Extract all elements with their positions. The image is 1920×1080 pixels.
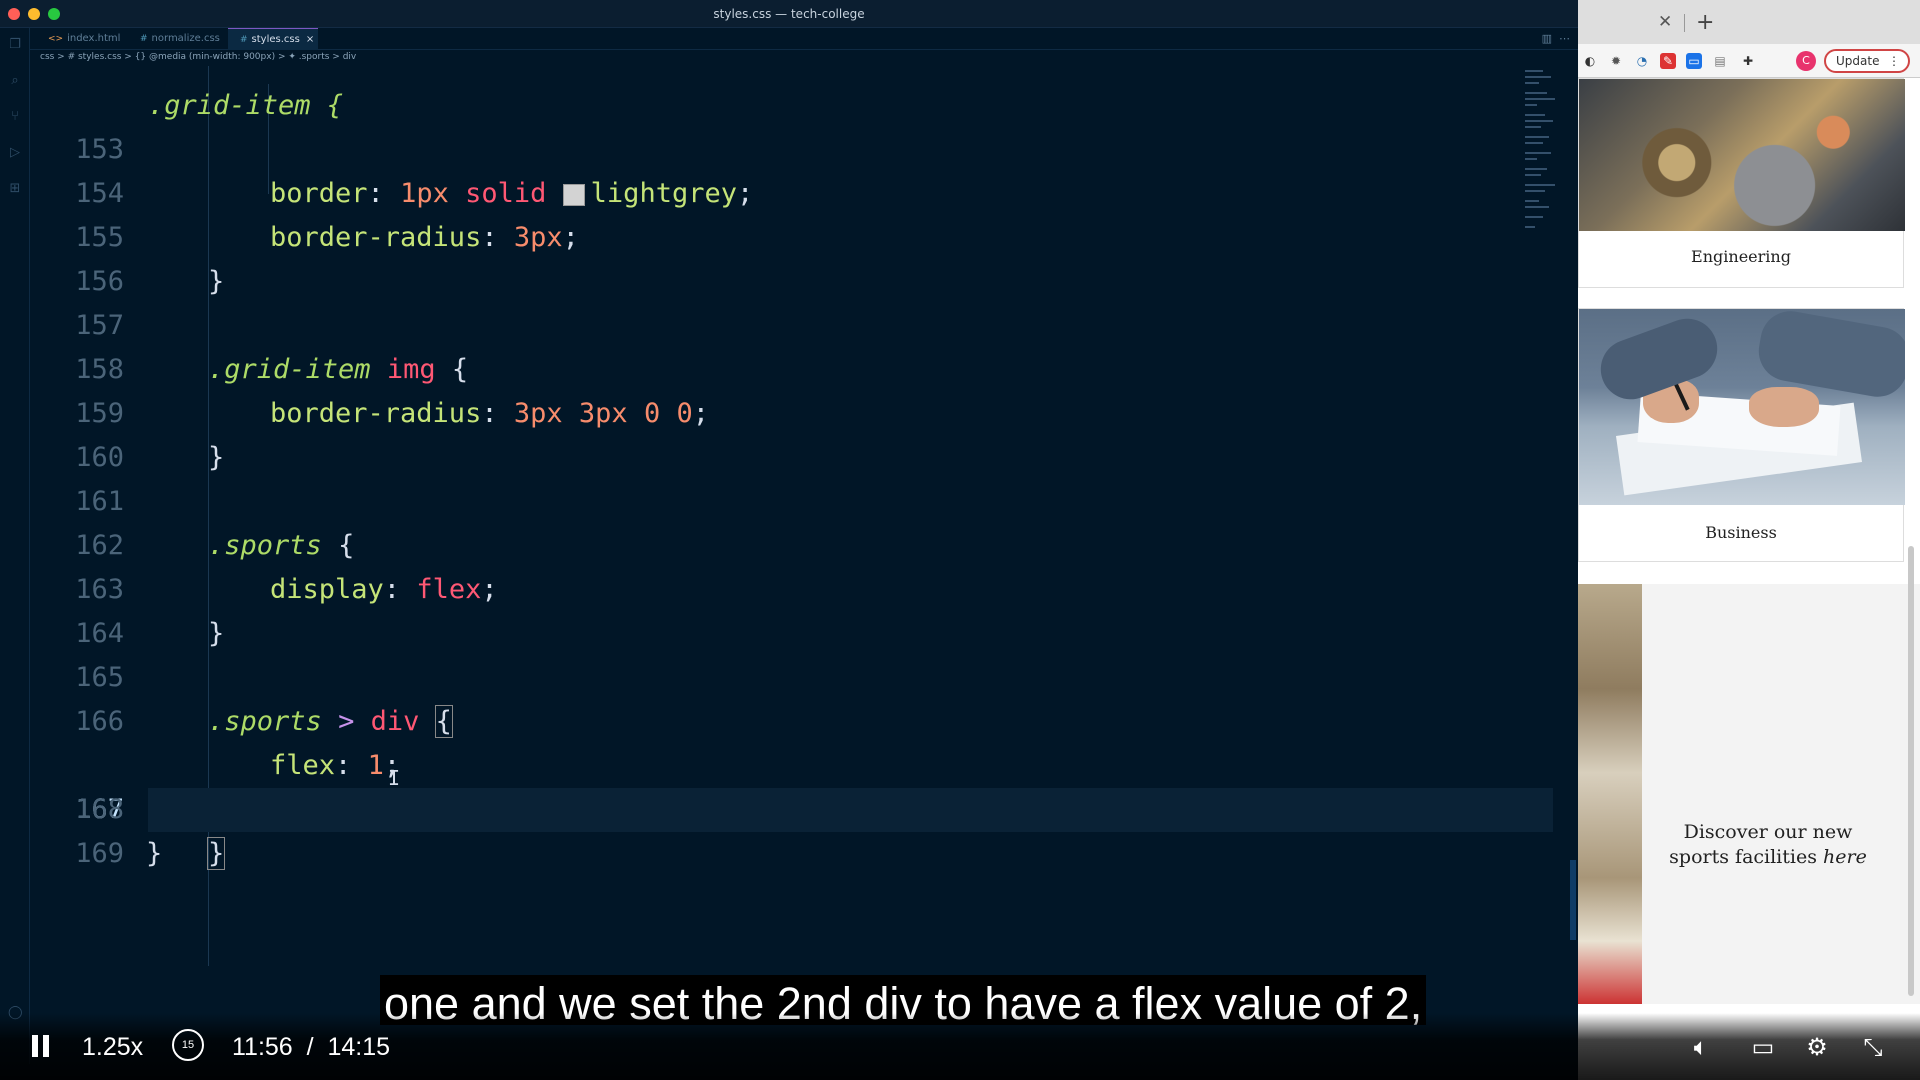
- code-line: 157 .grid-item img {: [75, 310, 469, 385]
- code-line: 153 border: 1px solid lightgrey;: [75, 134, 754, 209]
- code-line: 158 border-radius: 3px 3px 0 0;: [75, 354, 710, 429]
- browser-scrollbar[interactable]: [1908, 546, 1914, 996]
- gear-extension-icon[interactable]: ✹: [1608, 53, 1624, 69]
- volume-icon[interactable]: 🔈︎: [1686, 1033, 1716, 1061]
- code-line: 169: [75, 838, 124, 869]
- exit-fullscreen-icon[interactable]: ⤡: [1858, 1033, 1888, 1061]
- browser-window: ✕ + ◐ ✹ ◔ ✎ ▭ ▤ ✚ C Update⋮ Engineering: [1578, 0, 1920, 1080]
- code-line: 159 }: [75, 398, 225, 473]
- code-line-current: 167 }: [30, 700, 1553, 870]
- source-control-icon[interactable]: ⑂: [8, 110, 22, 124]
- extension-icon[interactable]: ✎: [1660, 53, 1676, 69]
- code-line: 162 display: flex;: [75, 530, 498, 605]
- window-title: styles.css — tech-college: [713, 7, 865, 21]
- close-tab-icon[interactable]: ✕: [1658, 12, 1672, 32]
- code-editor-window: styles.css — tech-college ❐ ⌕ ⑂ ▷ ⊞ ◯ <>…: [0, 0, 1578, 1080]
- course-card-business[interactable]: Business: [1578, 308, 1905, 562]
- card-label: Engineering: [1691, 247, 1791, 266]
- minimap[interactable]: [1525, 66, 1565, 236]
- code-line: 164: [75, 618, 124, 649]
- code-line: 166 flex: 1;: [75, 706, 401, 781]
- settings-gear-icon[interactable]: ⚙︎: [1802, 1033, 1832, 1061]
- code-line: 155 }: [75, 222, 225, 297]
- extensions-icon[interactable]: ⊞: [8, 182, 22, 196]
- code-line: 154 border-radius: 3px;: [75, 178, 579, 253]
- sports-promo: Discover our new sports facilities here: [1578, 584, 1920, 1004]
- sports-link[interactable]: here: [1823, 846, 1867, 868]
- code-line: .grid-item {: [148, 90, 344, 121]
- time-display: 11:56 / 14:15: [232, 1033, 391, 1061]
- browser-toolbar: ◐ ✹ ◔ ✎ ▭ ▤ ✚ C Update ⋮: [1578, 44, 1920, 78]
- puzzle-icon[interactable]: ✚: [1740, 53, 1756, 69]
- engineering-image: [1579, 79, 1905, 231]
- extension-icon[interactable]: ▤: [1712, 53, 1728, 69]
- avatar[interactable]: C: [1796, 51, 1816, 71]
- captions-icon[interactable]: ▭: [1748, 1033, 1778, 1061]
- rewind-15-button[interactable]: 15: [172, 1029, 204, 1061]
- split-editor-icon[interactable]: ▥ ⋯: [1542, 32, 1570, 45]
- code-area[interactable]: .grid-item { 153 border: 1px solid light…: [30, 66, 1553, 1016]
- sports-image: [1578, 584, 1642, 1004]
- activity-bar: ❐ ⌕ ⑂ ▷ ⊞ ◯: [0, 28, 30, 1078]
- explorer-icon[interactable]: ❐: [8, 38, 22, 52]
- search-icon[interactable]: ⌕: [8, 74, 22, 88]
- course-card-engineering[interactable]: Engineering: [1578, 78, 1905, 288]
- web-page: Engineering Business Discover our new sp…: [1578, 78, 1920, 1080]
- card-label: Business: [1705, 523, 1777, 542]
- code-line: 161 .sports {: [75, 486, 355, 561]
- browser-tab-strip: ✕ +: [1578, 0, 1920, 44]
- sports-promo-text: Discover our new sports facilities here: [1669, 821, 1867, 868]
- code-line: 163 }: [75, 574, 225, 649]
- new-tab-button[interactable]: +: [1696, 10, 1714, 35]
- editor-scrollbar[interactable]: [1570, 860, 1576, 940]
- text-cursor-icon: I: [388, 766, 401, 790]
- business-image: [1579, 309, 1905, 505]
- code-line: 165 .sports > div {: [75, 662, 453, 738]
- pause-button[interactable]: [32, 1035, 50, 1057]
- tab-separator: [1684, 14, 1685, 32]
- more-menu-icon[interactable]: ⋮: [1888, 51, 1900, 71]
- code-line: 168 }: [75, 794, 163, 869]
- playback-speed-button[interactable]: 1.25x: [82, 1033, 143, 1062]
- extension-icon[interactable]: ◔: [1634, 53, 1650, 69]
- code-line: 160: [75, 442, 124, 473]
- code-line: 156: [75, 266, 124, 297]
- extension-icon[interactable]: ▭: [1686, 53, 1702, 69]
- update-button[interactable]: Update ⋮: [1824, 49, 1910, 73]
- run-debug-icon[interactable]: ▷: [8, 146, 22, 160]
- extension-icon[interactable]: ◐: [1582, 53, 1598, 69]
- title-bar: styles.css — tech-college: [0, 0, 1578, 28]
- pause-icon: [32, 1035, 38, 1057]
- video-controls: 1.25x 15 11:56 / 14:15 🔈︎ ▭ ⚙︎ ⤡: [0, 1013, 1920, 1080]
